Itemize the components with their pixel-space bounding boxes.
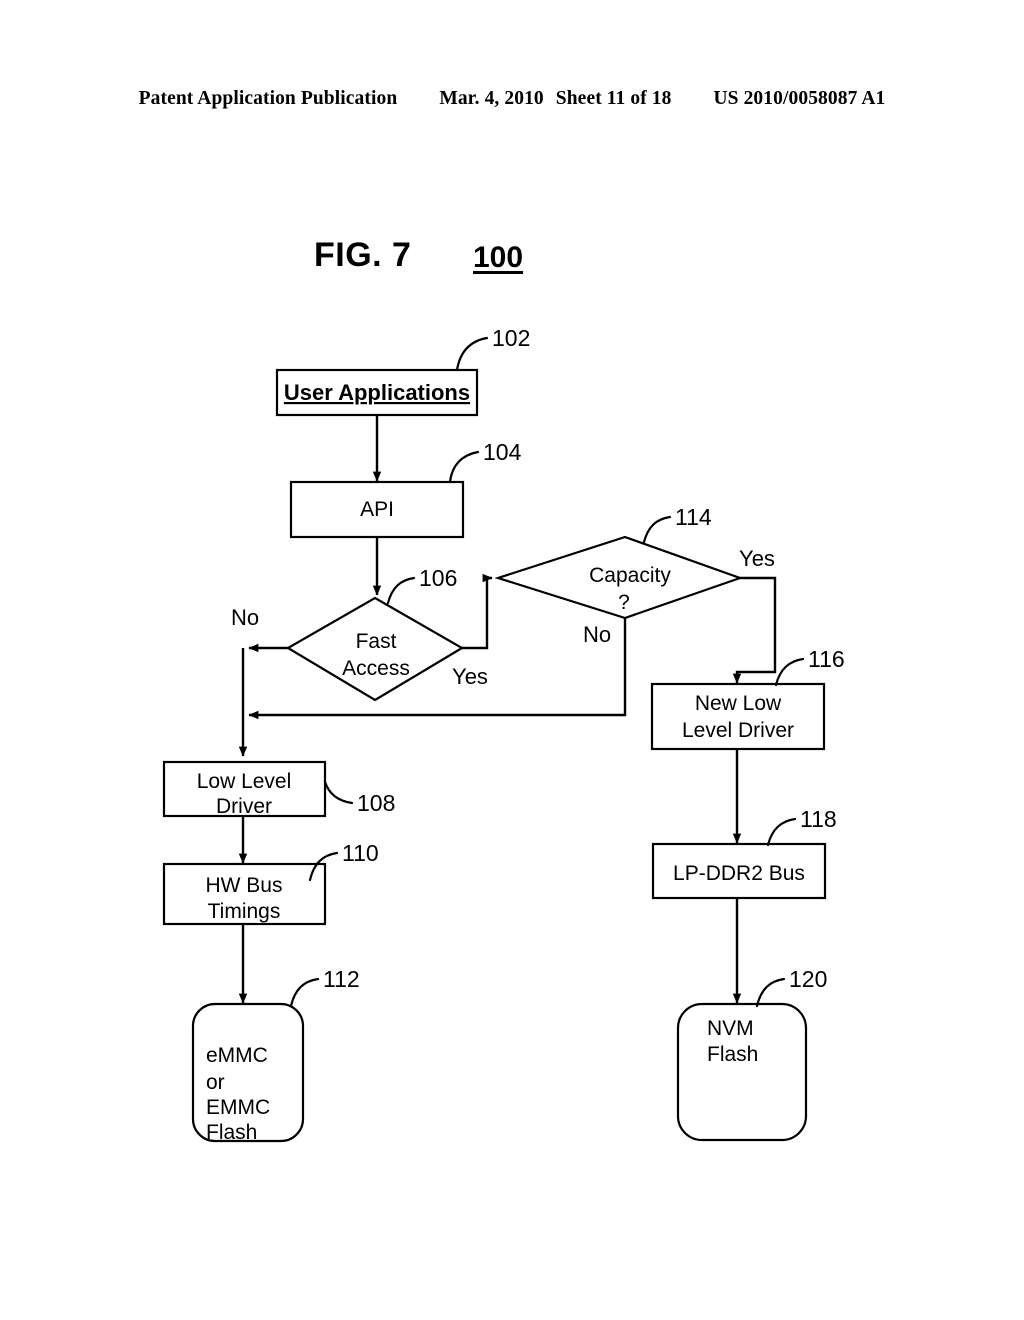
leader-102 bbox=[455, 336, 489, 372]
node-hw-bus-timings-line1: HW Bus bbox=[205, 874, 282, 897]
node-low-level-driver-line1: Low Level bbox=[197, 770, 292, 793]
patent-figure-page: Patent Application Publication Mar. 4, 2… bbox=[0, 0, 1024, 1320]
node-new-low-level-driver-line1: New Low bbox=[695, 692, 782, 715]
ref-number-102: 102 bbox=[492, 325, 530, 351]
ref-number-106: 106 bbox=[419, 565, 457, 591]
node-nvm-flash-line1: NVM bbox=[707, 1017, 754, 1040]
branch-label-fast-access-no: No bbox=[231, 605, 259, 630]
node-capacity-label-line1: Capacity bbox=[589, 564, 671, 587]
branch-label-fast-access-yes: Yes bbox=[452, 664, 488, 689]
node-fast-access-label-line1: Fast bbox=[356, 630, 397, 653]
node-fast-access-label-line2: Access bbox=[342, 657, 410, 680]
node-capacity-label-line2: ? bbox=[618, 591, 630, 614]
branch-label-capacity-yes: Yes bbox=[739, 546, 775, 571]
leader-108 bbox=[323, 780, 354, 805]
node-low-level-driver-line2: Driver bbox=[216, 795, 272, 818]
node-emmc-flash-line3: EMMC bbox=[206, 1096, 270, 1119]
node-emmc-flash-line1: eMMC bbox=[206, 1044, 268, 1067]
leader-112 bbox=[289, 977, 320, 1008]
node-new-low-level-driver-line2: Level Driver bbox=[682, 719, 794, 742]
node-hw-bus-timings-line2: Timings bbox=[208, 900, 281, 923]
leader-106 bbox=[386, 576, 416, 605]
node-emmc-flash-line2: or bbox=[206, 1071, 225, 1094]
flowchart-diagram: User Applications API Fast Access Capaci… bbox=[162, 325, 845, 1144]
node-nvm-flash-line2: Flash bbox=[707, 1043, 758, 1066]
connector-capacity-yes-to-newdriver bbox=[732, 576, 777, 684]
node-user-applications-label: User Applications bbox=[284, 380, 470, 405]
leader-116 bbox=[774, 657, 805, 687]
branch-label-capacity-no: No bbox=[583, 622, 611, 647]
ref-number-116: 116 bbox=[808, 646, 845, 672]
leader-120 bbox=[755, 977, 786, 1008]
ref-number-108: 108 bbox=[357, 790, 395, 816]
leader-118 bbox=[766, 817, 797, 847]
ref-number-110: 110 bbox=[342, 840, 379, 866]
node-api-label: API bbox=[360, 498, 394, 521]
leader-114 bbox=[642, 515, 672, 544]
ref-number-114: 114 bbox=[675, 504, 712, 530]
ref-number-120: 120 bbox=[789, 966, 827, 992]
leader-104 bbox=[448, 450, 480, 484]
node-emmc-flash-line4: Flash bbox=[206, 1121, 257, 1144]
connector-fastaccess-yes-to-capacity bbox=[462, 573, 493, 650]
ref-number-112: 112 bbox=[323, 966, 360, 992]
node-lpddr2-bus-label: LP-DDR2 Bus bbox=[673, 862, 805, 885]
ref-number-118: 118 bbox=[800, 806, 837, 832]
ref-number-104: 104 bbox=[483, 439, 522, 465]
